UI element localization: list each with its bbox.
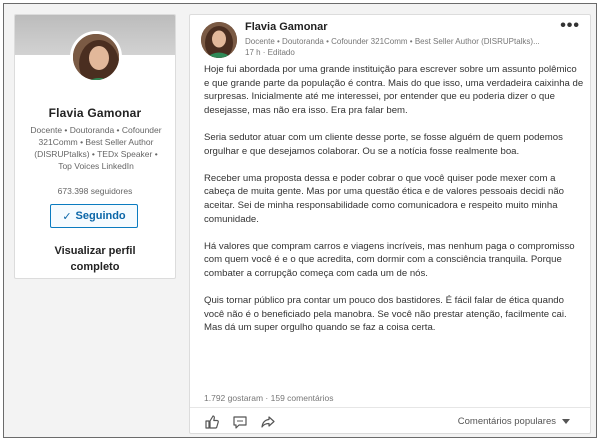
post-stats[interactable]: 1.792 gostaram · 159 comentários xyxy=(204,393,333,403)
profile-followers: 673.398 seguidores xyxy=(57,186,133,196)
more-icon[interactable]: ••• xyxy=(560,17,580,35)
thumbs-up-icon[interactable] xyxy=(204,414,220,430)
share-icon[interactable] xyxy=(260,414,276,430)
comments-sort-dropdown[interactable]: Comentários populares xyxy=(458,416,570,427)
post-paragraph: Receber uma proposta dessa e poder cobra… xyxy=(204,172,564,225)
comment-icon[interactable] xyxy=(232,414,248,430)
checkmark-icon: ✓ xyxy=(62,210,72,223)
post-paragraph: Há valores que compram carros e viagens … xyxy=(204,240,575,279)
post-body: Hoje fui abordada por uma grande institu… xyxy=(204,63,584,348)
post-paragraph: Quis tornar público pra contar um pouco … xyxy=(204,295,567,334)
profile-card: Flavia Gamonar Docente • Doutoranda • Co… xyxy=(14,14,176,279)
post-author-name[interactable]: Flavia Gamonar xyxy=(245,21,328,33)
following-label: Seguindo xyxy=(75,210,126,222)
profile-avatar[interactable] xyxy=(70,31,122,83)
view-full-profile-link[interactable]: Visualizar perfil completo xyxy=(15,243,175,275)
post-timestamp: 17 h · Editado xyxy=(245,48,295,57)
comments-sort-label: Comentários populares xyxy=(457,416,556,427)
post-author-headline: Docente • Doutoranda • Cofounder 321Comm… xyxy=(245,37,540,46)
post-paragraph: Hoje fui abordada por uma grande institu… xyxy=(204,64,584,116)
app-frame: Flavia Gamonar Docente • Doutoranda • Co… xyxy=(3,3,597,438)
following-button[interactable]: ✓ Seguindo xyxy=(50,204,138,228)
post-paragraph: Seria sedutor atuar com um cliente desse… xyxy=(204,131,563,157)
post-actions: Comentários populares xyxy=(190,407,590,435)
profile-headline: Docente • Doutoranda • Cofounder 321Comm… xyxy=(30,125,162,171)
post-card: Flavia Gamonar Docente • Doutoranda • Co… xyxy=(189,14,591,434)
caret-down-icon xyxy=(562,419,570,424)
profile-name: Flavia Gamonar xyxy=(48,106,142,120)
post-author-avatar[interactable] xyxy=(201,22,237,58)
